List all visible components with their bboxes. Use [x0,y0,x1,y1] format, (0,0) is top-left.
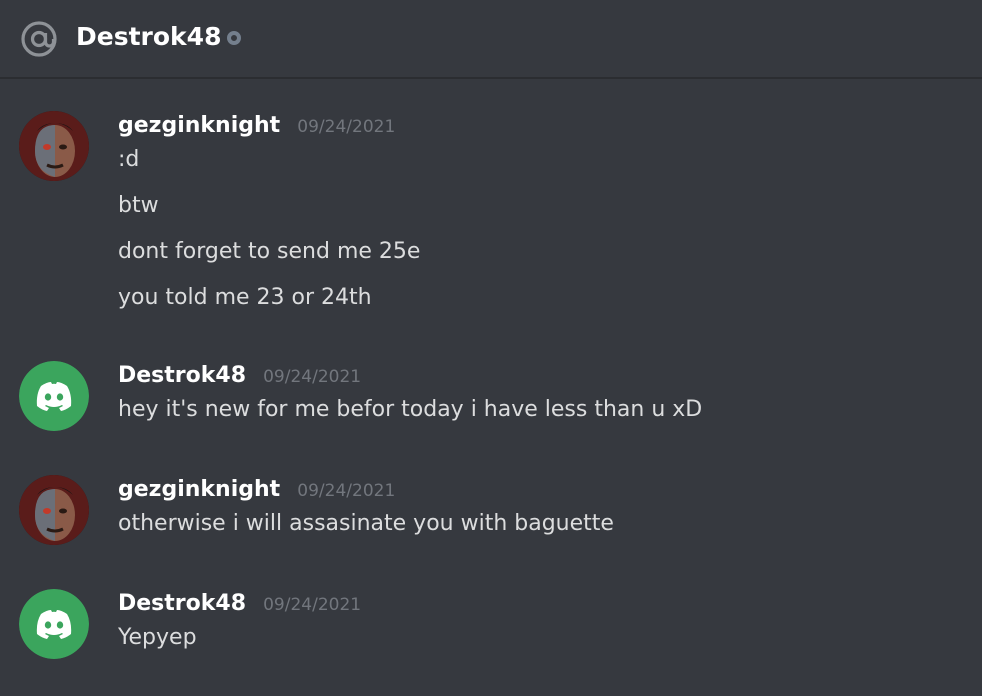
status-offline-icon [227,31,241,45]
user-photo-image [19,475,89,545]
message-text: dont forget to send me 25e [118,239,421,264]
author-name[interactable]: gezginknight [118,113,280,138]
timestamp: 09/24/2021 [263,595,362,615]
message-list: gezginknight 09/24/2021 :d btw dont forg… [0,81,982,696]
message-content: hey it's new for me befor today i have l… [118,395,702,441]
message-header: Destrok48 09/24/2021 [118,589,361,620]
discord-logo-icon [19,589,89,659]
timestamp: 09/24/2021 [297,117,396,137]
user-photo-avatar[interactable] [19,475,89,545]
discord-logo-icon [19,361,89,431]
message-text: :d [118,147,140,172]
message-text: otherwise i will assasinate you with bag… [118,511,614,536]
channel-title: Destrok48 [76,22,222,51]
timestamp: 09/24/2021 [297,481,396,501]
message-header: gezginknight 09/24/2021 [118,111,395,142]
message-content: otherwise i will assasinate you with bag… [118,509,614,555]
author-name[interactable]: Destrok48 [118,363,246,388]
message-text: Yepyep [118,625,197,650]
at-icon [21,21,57,57]
user-photo-avatar[interactable] [19,111,89,181]
message-header: gezginknight 09/24/2021 [118,475,395,506]
author-name[interactable]: Destrok48 [118,591,246,616]
message-text: btw [118,193,159,218]
discord-default-avatar[interactable] [19,589,89,659]
message-content: :d btw dont forget to send me 25e you to… [118,145,420,329]
user-photo-image [19,111,89,181]
discord-default-avatar[interactable] [19,361,89,431]
message-header: Destrok48 09/24/2021 [118,361,361,392]
channel-header: Destrok48 [0,0,982,79]
message-text: hey it's new for me befor today i have l… [118,397,703,422]
timestamp: 09/24/2021 [263,367,362,387]
message-text: you told me 23 or 24th [118,285,372,310]
author-name[interactable]: gezginknight [118,477,280,502]
message-content: Yepyep [118,623,197,669]
